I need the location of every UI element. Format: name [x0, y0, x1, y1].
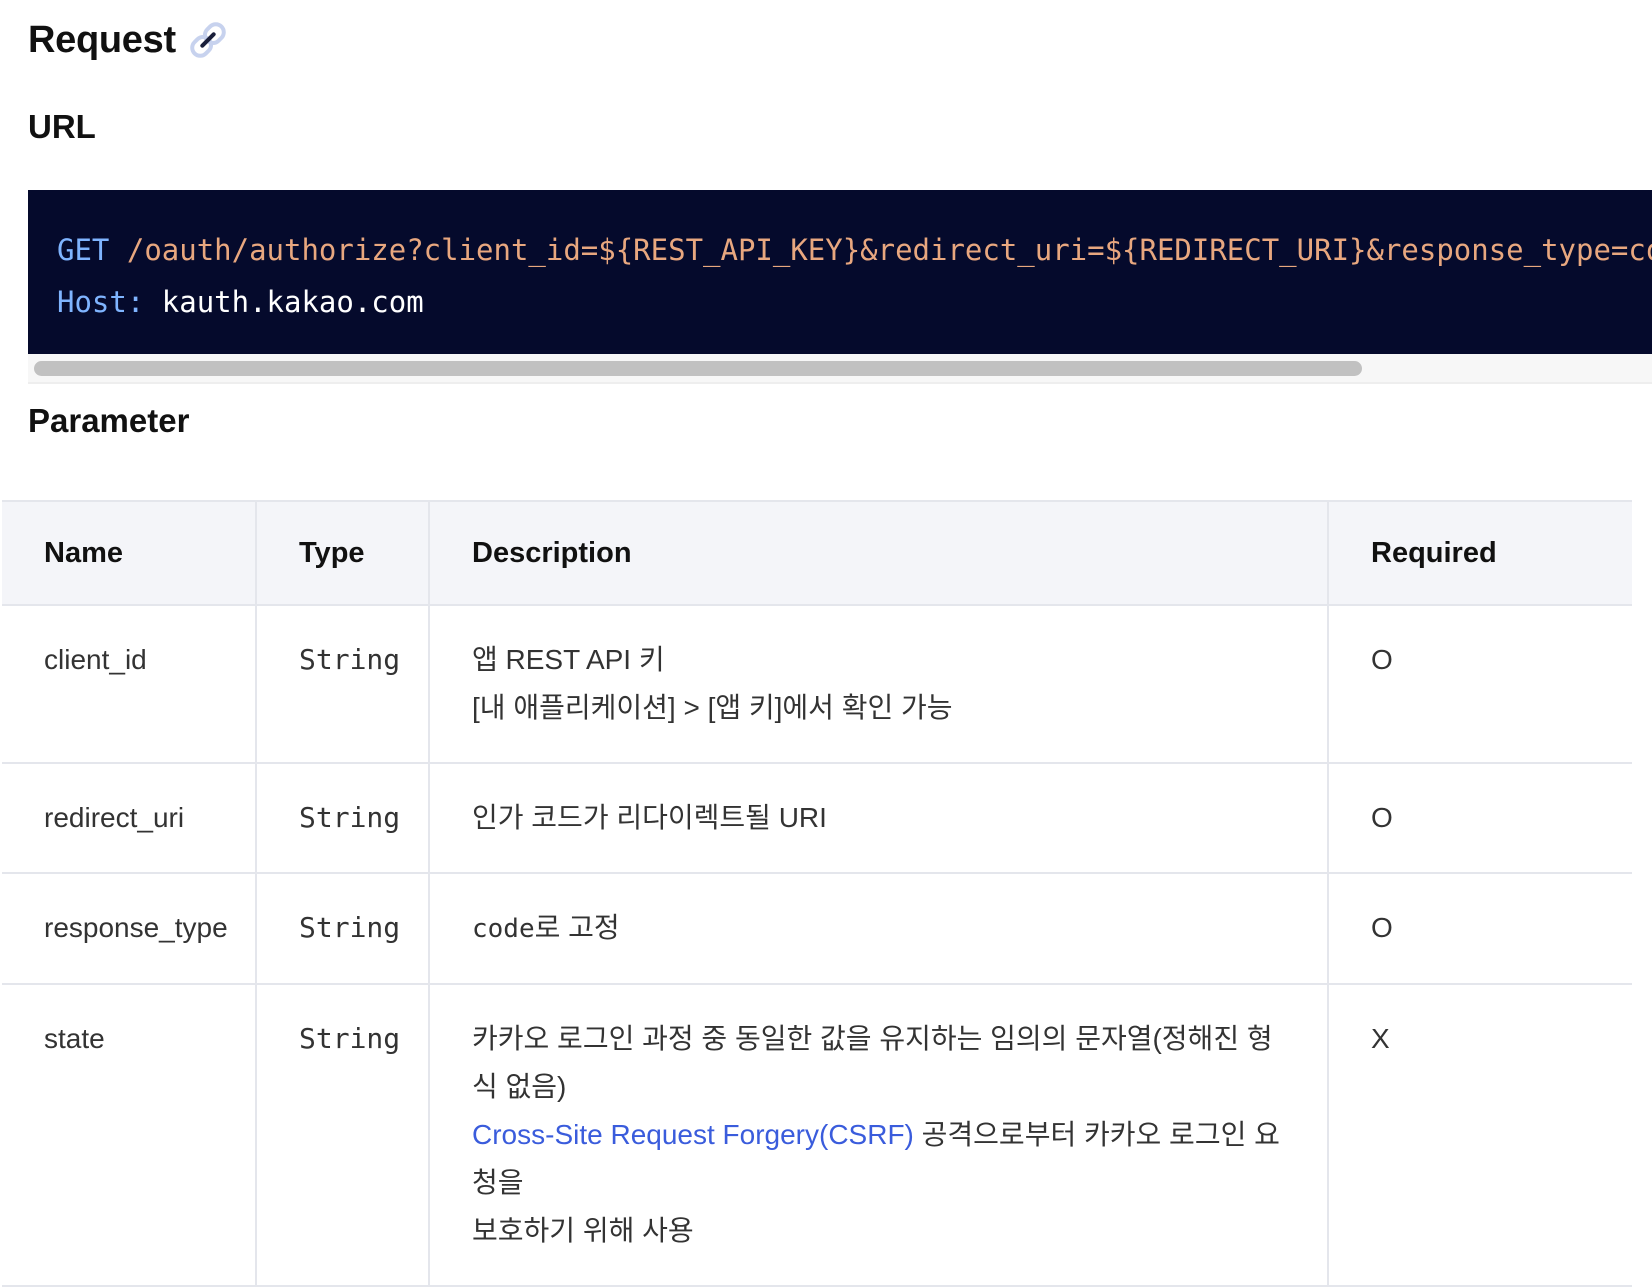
- param-description: 카카오 로그인 과정 중 동일한 값을 유지하는 임의의 문자열(정해진 형식 …: [428, 983, 1329, 1287]
- param-required: O: [1327, 762, 1632, 874]
- description-line: [내 애플리케이션] > [앱 키]에서 확인 가능: [472, 692, 953, 723]
- param-name: client_id: [2, 604, 257, 764]
- param-type: String: [255, 983, 430, 1287]
- table-row: client_id String 앱 REST API 키 [내 애플리케이션]…: [2, 604, 1632, 764]
- code-host-value: kauth.kakao.com: [161, 285, 424, 319]
- description-line: 카카오 로그인 과정 중 동일한 값을 유지하는 임의의 문자열(정해진 형식 …: [472, 1023, 1273, 1102]
- url-heading: URL: [28, 108, 96, 145]
- horizontal-scrollbar[interactable]: [28, 354, 1652, 384]
- table-row: state String 카카오 로그인 과정 중 동일한 값을 유지하는 임의…: [2, 983, 1632, 1287]
- csrf-link[interactable]: Cross-Site Request Forgery(CSRF): [472, 1119, 914, 1150]
- link-icon[interactable]: [186, 18, 230, 62]
- param-description: 인가 코드가 리다이렉트될 URI: [428, 762, 1329, 874]
- description-line: 인가 코드가 리다이렉트될 URI: [472, 802, 827, 833]
- param-type: String: [255, 604, 430, 764]
- description-line: 앱 REST API 키: [472, 644, 665, 675]
- code-path: /oauth/authorize?client_id=${REST_API_KE…: [126, 233, 1652, 267]
- param-required: X: [1327, 983, 1632, 1287]
- code-block: GET /oauth/authorize?client_id=${REST_AP…: [28, 190, 1652, 354]
- description-line: 보호하기 위해 사용: [472, 1215, 694, 1246]
- param-type: String: [255, 762, 430, 874]
- header-required: Required: [1327, 500, 1632, 606]
- request-heading: Request: [28, 18, 230, 62]
- param-description: code로 고정: [428, 872, 1329, 985]
- inline-code: code: [472, 914, 535, 944]
- table-row: redirect_uri String 인가 코드가 리다이렉트될 URI O: [2, 762, 1632, 874]
- code-text: GET /oauth/authorize?client_id=${REST_AP…: [57, 224, 1652, 328]
- description-line: Cross-Site Request Forgery(CSRF) 공격으로부터 …: [472, 1111, 1285, 1207]
- code-block-container: GET /oauth/authorize?client_id=${REST_AP…: [28, 190, 1652, 384]
- table-header-row: Name Type Description Required: [2, 500, 1632, 606]
- param-name: state: [2, 983, 257, 1287]
- header-name: Name: [2, 500, 257, 606]
- param-name: redirect_uri: [2, 762, 257, 874]
- param-name: response_type: [2, 872, 257, 985]
- param-required: O: [1327, 872, 1632, 985]
- param-type: String: [255, 872, 430, 985]
- param-description: 앱 REST API 키 [내 애플리케이션] > [앱 키]에서 확인 가능: [428, 604, 1329, 764]
- header-description: Description: [428, 500, 1329, 606]
- parameter-heading: Parameter: [28, 402, 190, 439]
- request-title: Request: [28, 18, 176, 61]
- code-host-key: Host:: [57, 285, 145, 319]
- description-text: 로 고정: [534, 912, 620, 943]
- scrollbar-thumb[interactable]: [34, 361, 1362, 376]
- header-type: Type: [255, 500, 430, 606]
- table-row: response_type String code로 고정 O: [2, 872, 1632, 985]
- param-required: O: [1327, 604, 1632, 764]
- code-method: GET: [57, 233, 110, 267]
- parameter-table: Name Type Description Required client_id…: [2, 500, 1632, 1287]
